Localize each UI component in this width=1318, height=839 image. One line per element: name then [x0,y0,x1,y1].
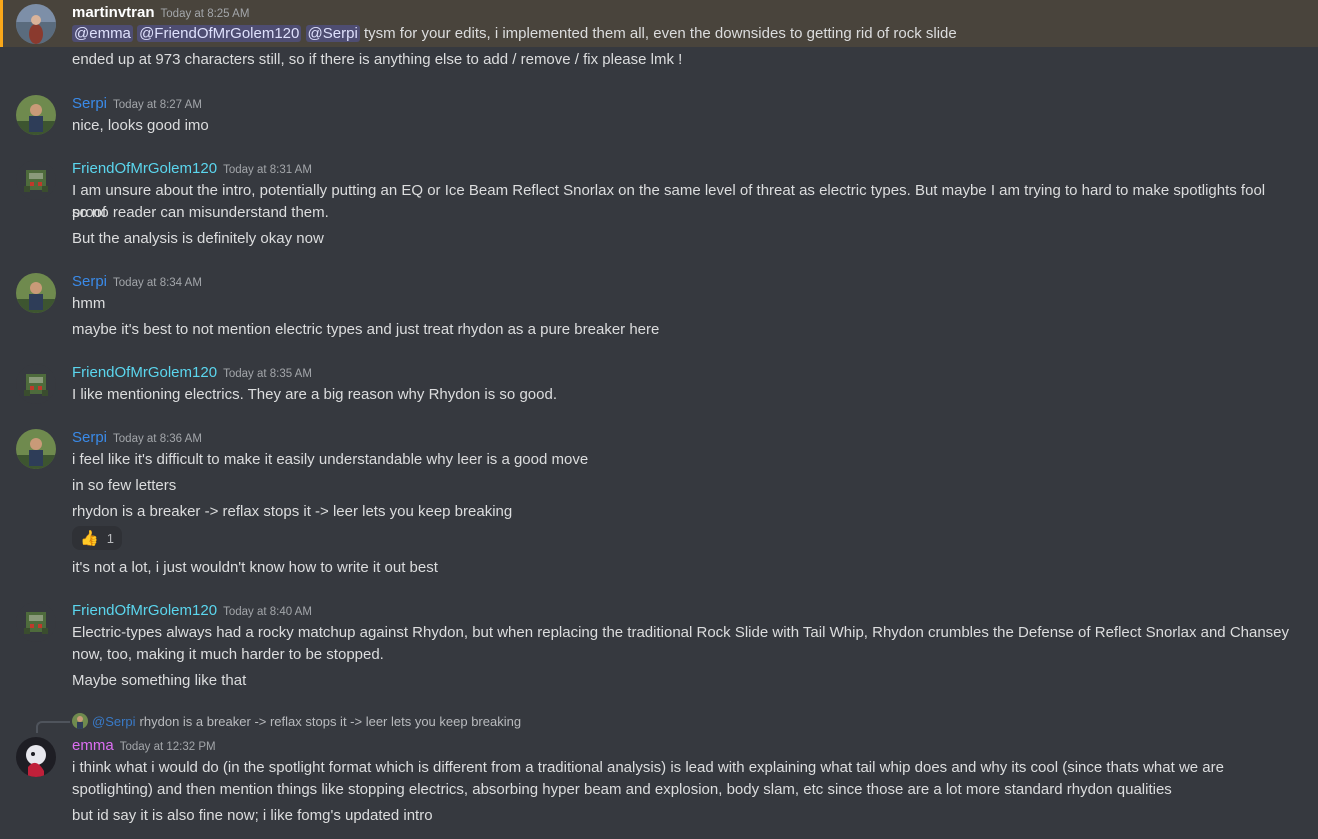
timestamp: Today at 8:27 AM [113,99,202,111]
message-header: emma Today at 12:32 PM [72,737,216,755]
timestamp: Today at 8:35 AM [223,368,312,380]
message-line: now, too, making it much harder to be st… [72,646,384,663]
reaction-count: 1 [106,530,114,546]
timestamp: Today at 8:34 AM [113,277,202,289]
avatar-friendofmrgolem120[interactable] [16,602,56,642]
avatar-serpi[interactable] [16,429,56,469]
message-line: I like mentioning electrics. They are a … [72,386,557,403]
thumbs-up-icon: 👍 [80,530,99,547]
reaction-thumbs-up[interactable]: 👍 1 [72,526,122,550]
message-header: Serpi Today at 8:36 AM [72,429,202,447]
author-name[interactable]: FriendOfMrGolem120 [72,160,217,177]
chat-log: martinvtran Today at 8:25 AM @emma @Frien… [0,0,1318,839]
message-line: i think what i would do (in the spotligh… [72,759,1224,776]
author-name[interactable]: Serpi [72,429,107,446]
message-header: martinvtran Today at 8:25 AM [72,4,249,22]
avatar-serpi[interactable] [16,273,56,313]
mention-emma[interactable]: @emma [72,25,133,42]
author-name[interactable]: martinvtran [72,4,155,21]
message-line: rhydon is a breaker -> reflax stops it -… [72,503,513,520]
timestamp: Today at 8:31 AM [223,164,312,176]
message-line: Maybe something like that [72,672,247,689]
message-header: FriendOfMrGolem120 Today at 8:40 AM [72,602,312,620]
timestamp: Today at 8:40 AM [223,606,312,618]
message-line: hmm [72,295,106,312]
avatar-friendofmrgolem120[interactable] [16,364,56,404]
mention-serpi[interactable]: @Serpi [305,25,360,42]
author-name[interactable]: FriendOfMrGolem120 [72,602,217,619]
avatar-martinvtran[interactable] [16,4,56,44]
message-line: ended up at 973 characters still, so if … [72,51,683,68]
message-header: FriendOfMrGolem120 Today at 8:35 AM [72,364,312,382]
reply-author[interactable]: @Serpi [92,714,136,729]
avatar-emma[interactable] [16,737,56,777]
message-line: it's not a lot, i just wouldn't know how… [72,559,438,576]
mention-friendofmrgolem120[interactable]: @FriendOfMrGolem120 [137,25,302,42]
message-line: But the analysis is definitely okay now [72,230,324,247]
message-line: in so few letters [72,477,177,494]
message-line: so no reader can misunderstand them. [72,204,329,221]
timestamp: Today at 8:36 AM [113,433,202,445]
message-line: Electric-types always had a rocky matchu… [72,624,1290,641]
timestamp: Today at 12:32 PM [119,741,216,753]
message-line: spotlighting) and then mention things li… [72,781,1172,798]
message-line: maybe it's best to not mention electric … [72,321,660,338]
message-text: tysm for your edits, i implemented them … [363,25,957,42]
author-name[interactable]: Serpi [72,273,107,290]
author-name[interactable]: Serpi [72,95,107,112]
reply-avatar [72,713,88,729]
reply-preview[interactable]: @Serpi rhydon is a breaker -> reflax sto… [72,713,521,729]
reply-text: rhydon is a breaker -> reflax stops it -… [139,713,522,729]
message-line: but id say it is also fine now; i like f… [72,807,433,824]
message-line: i feel like it's difficult to make it ea… [72,451,589,468]
message-header: FriendOfMrGolem120 Today at 8:31 AM [72,160,312,178]
timestamp: Today at 8:25 AM [160,8,250,20]
message-line: @emma @FriendOfMrGolem120 @Serpi tysm fo… [72,23,1298,45]
author-name[interactable]: emma [72,737,114,754]
message-header: Serpi Today at 8:27 AM [72,95,202,113]
author-name[interactable]: FriendOfMrGolem120 [72,364,217,381]
avatar-friendofmrgolem120[interactable] [16,160,56,200]
reply-spine [36,721,70,733]
message-header: Serpi Today at 8:34 AM [72,273,202,291]
avatar-serpi[interactable] [16,95,56,135]
message-line: nice, looks good imo [72,117,209,134]
